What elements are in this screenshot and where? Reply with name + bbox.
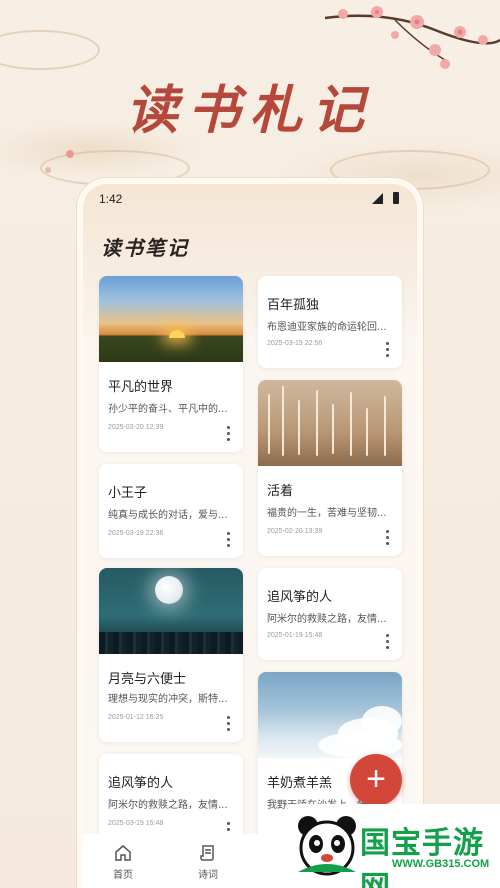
card-image-reeds [258, 380, 402, 466]
signal-icon [372, 193, 383, 204]
card-description: 布恩迪亚家族的命运轮回... [267, 322, 387, 333]
note-card[interactable]: 百年孤独 布恩迪亚家族的命运轮回... 2025-03-19 22:56 [258, 276, 402, 368]
card-title: 月亮与六便士 [108, 672, 187, 687]
card-description: 福贵的一生，苦难与坚韧... [267, 508, 387, 519]
status-time: 1:42 [99, 192, 123, 206]
nav-label: 诗词 [198, 870, 218, 881]
card-title: 平凡的世界 [108, 380, 174, 395]
card-description: 纯真与成长的对话，爱与... [108, 510, 228, 521]
add-note-button[interactable]: + [350, 754, 402, 806]
card-description: 阿米尔的救赎之路，友情... [108, 800, 228, 811]
more-options-icon[interactable] [386, 342, 390, 358]
note-card[interactable]: 月亮与六便士 理想与现实的冲突，斯特... 2025-01-12 16:25 [99, 568, 243, 742]
more-options-icon[interactable] [386, 634, 390, 650]
status-bar: 1:42 [99, 192, 401, 206]
card-image-sunset [99, 276, 243, 362]
note-card[interactable]: 小王子 纯真与成长的对话，爱与... 2025-03-19 22:36 [99, 464, 243, 558]
card-date: 2025-01-19 15:48 [267, 632, 323, 639]
card-date: 2025-03-19 15:48 [108, 820, 164, 827]
card-date: 2025-03-19 22:36 [108, 530, 164, 537]
card-title: 活着 [267, 484, 294, 499]
watermark-logo: 国宝手游网 WWW.GB315.COM [288, 804, 500, 888]
note-card[interactable]: 追风筝的人 阿米尔的救赎之路，友情... 2025-01-19 15:48 [258, 568, 402, 660]
battery-icon [393, 192, 399, 204]
card-date: 2025-02-20 13:39 [267, 528, 323, 535]
card-image-clouds [258, 672, 402, 758]
watermark-text: 国宝手游网 [360, 826, 484, 888]
page-title: 读书笔记 [101, 236, 189, 260]
card-description: 理想与现实的冲突，斯特... [108, 694, 228, 705]
nav-item-home[interactable]: 首页 [93, 844, 153, 881]
card-date: 2025-03-19 22:56 [267, 340, 323, 347]
card-title: 追风筝的人 [267, 590, 333, 605]
note-card[interactable]: 平凡的世界 孙少平的奋斗、平凡中的... 2025-03-20 12:39 [99, 276, 243, 452]
card-description: 孙少平的奋斗、平凡中的... [108, 404, 228, 415]
card-title: 百年孤独 [267, 298, 320, 313]
nav-item-poems[interactable]: 诗词 [178, 844, 238, 881]
petal-decoration [45, 150, 74, 173]
card-title: 小王子 [108, 486, 148, 501]
scroll-icon [200, 845, 214, 861]
card-title: 追风筝的人 [108, 776, 174, 791]
card-date: 2025-01-12 16:25 [108, 714, 164, 721]
more-options-icon[interactable] [227, 532, 231, 548]
note-card[interactable]: 活着 福贵的一生，苦难与坚韧... 2025-02-20 13:39 [258, 380, 402, 556]
card-date: 2025-03-20 12:39 [108, 424, 164, 431]
home-icon [115, 845, 131, 861]
nav-label: 首页 [113, 870, 133, 881]
card-description: 阿米尔的救赎之路，友情... [267, 614, 387, 625]
more-options-icon[interactable] [227, 426, 231, 442]
panda-icon [298, 816, 356, 876]
card-title: 羊奶煮羊羔 [267, 776, 333, 791]
card-image-moon [99, 568, 243, 654]
headline: 读书札记 [125, 80, 374, 141]
more-options-icon[interactable] [227, 716, 231, 732]
watermark-url: WWW.GB315.COM [392, 858, 490, 870]
more-options-icon[interactable] [386, 530, 390, 546]
